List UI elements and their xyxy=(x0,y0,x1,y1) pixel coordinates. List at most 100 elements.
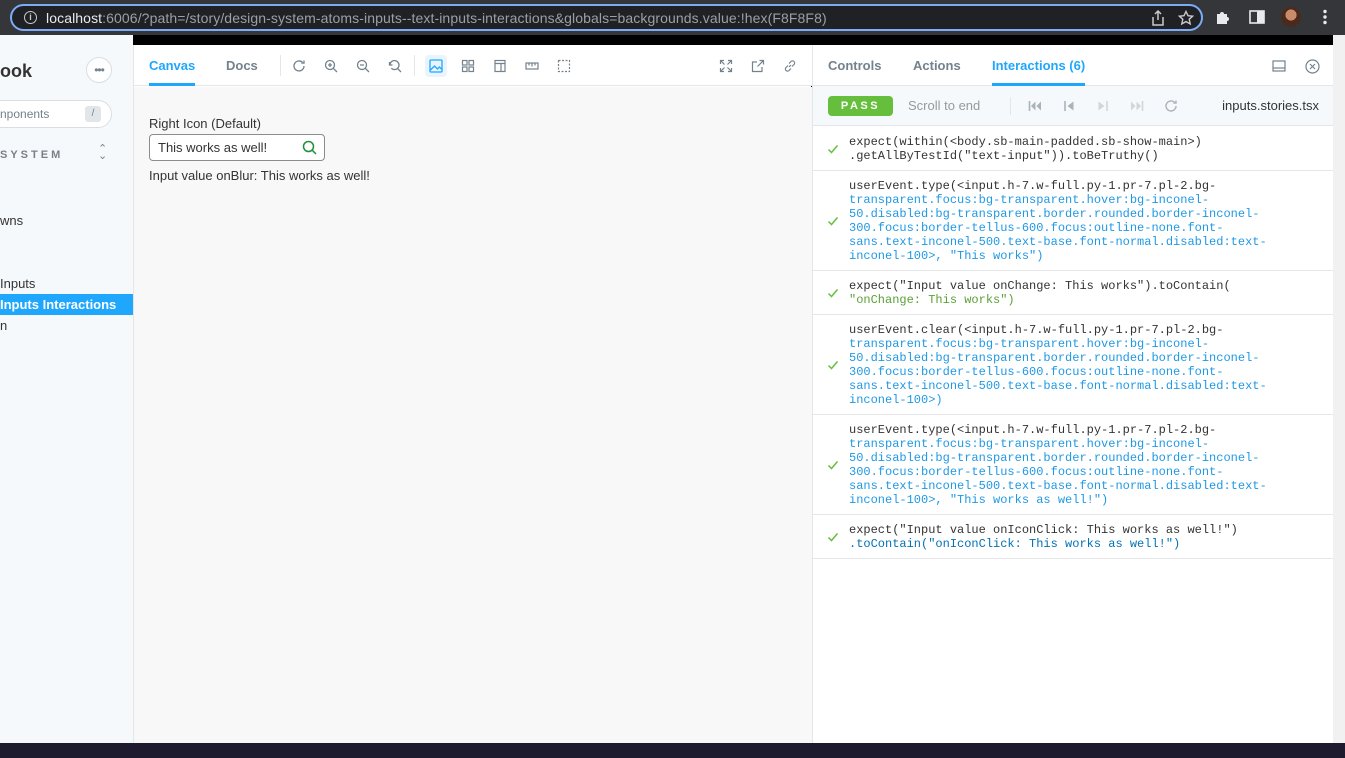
tab-docs[interactable]: Docs xyxy=(226,45,258,86)
panel-orientation-icon[interactable] xyxy=(1270,57,1288,75)
step-back-icon[interactable] xyxy=(1060,97,1078,115)
story-file-name[interactable]: inputs.stories.tsx xyxy=(1222,98,1319,113)
extensions-puzzle-icon[interactable] xyxy=(1213,7,1233,27)
url-text[interactable]: localhost:6006/?path=/story/design-syste… xyxy=(46,10,827,26)
step-code: 50.disabled:bg-transparent.border.rounde… xyxy=(849,351,1260,365)
sidebar-menu-button[interactable]: ••• xyxy=(86,57,112,83)
check-icon xyxy=(827,288,839,298)
check-icon xyxy=(827,216,839,226)
check-icon xyxy=(827,532,839,542)
viewport-icon[interactable] xyxy=(489,55,511,77)
step-code: transparent.focus:bg-transparent.hover:b… xyxy=(849,337,1210,351)
step-code: .toContain("onIconClick: This works as w… xyxy=(849,537,1181,551)
step-code: expect(within(<body.sb-main-padded.sb-sh… xyxy=(849,135,1202,149)
reload-icon[interactable] xyxy=(288,55,310,77)
step-code: sans.text-inconel-500.text-base.font-nor… xyxy=(849,235,1267,249)
search-placeholder: nponents xyxy=(0,107,50,121)
step-code: userEvent.clear(<input.h-7.w-full.py-1.p… xyxy=(849,323,1224,337)
address-bar[interactable]: i localhost:6006/?path=/story/design-sys… xyxy=(10,4,1203,31)
url-path: :6006/?path=/story/design-system-atoms-i… xyxy=(102,10,827,26)
step-code: inconel-100>, "This works as well!") xyxy=(849,493,1109,507)
interaction-step[interactable]: userEvent.type(<input.h-7.w-full.py-1.pr… xyxy=(813,415,1334,515)
profile-avatar[interactable] xyxy=(1281,7,1301,27)
preview-toolbar: Canvas Docs xyxy=(134,45,812,86)
step-code: 300.focus:border-tellus-600.focus:outlin… xyxy=(849,221,1224,235)
status-badge: PASS xyxy=(828,96,893,116)
step-code: 300.focus:border-tellus-600.focus:outlin… xyxy=(849,465,1224,479)
step-code: transparent.focus:bg-transparent.hover:b… xyxy=(849,437,1210,451)
info-icon[interactable]: i xyxy=(24,11,37,24)
rerun-icon[interactable] xyxy=(1162,97,1180,115)
sidebar-item-next[interactable]: n xyxy=(0,315,7,336)
step-code: expect("Input value onChange: This works… xyxy=(849,279,1231,293)
text-input-value: This works as well! xyxy=(158,140,268,155)
input-value-output: Input value onBlur: This works as well! xyxy=(149,168,370,183)
tab-interactions[interactable]: Interactions (6) xyxy=(992,45,1086,86)
open-new-tab-icon[interactable] xyxy=(747,55,769,77)
step-code: inconel-100>) xyxy=(849,393,943,407)
fullscreen-icon[interactable] xyxy=(715,55,737,77)
bookmark-star-icon[interactable] xyxy=(1177,9,1195,27)
step-code: inconel-100>, "This works") xyxy=(849,249,1044,263)
step-code: "onChange: This works") xyxy=(849,293,1015,307)
share-icon[interactable] xyxy=(1149,9,1167,27)
interaction-step[interactable]: userEvent.clear(<input.h-7.w-full.py-1.p… xyxy=(813,315,1334,415)
desktop-background xyxy=(0,743,1345,758)
step-code: sans.text-inconel-500.text-base.font-nor… xyxy=(849,479,1267,493)
check-icon xyxy=(827,144,839,154)
interaction-step[interactable]: expect("Input value onChange: This works… xyxy=(813,271,1334,315)
expand-collapse-icon[interactable]: ⌃ ⌄ xyxy=(98,144,107,162)
step-code: .getAllByTestId("text-input")).toBeTruth… xyxy=(849,149,1159,163)
close-panel-icon[interactable] xyxy=(1303,57,1321,75)
copy-link-icon[interactable] xyxy=(779,55,801,77)
tab-actions[interactable]: Actions xyxy=(913,45,961,86)
browser-menu-icon[interactable] xyxy=(1315,7,1335,27)
step-code: transparent.focus:bg-transparent.hover:b… xyxy=(849,193,1210,207)
step-code: userEvent.type(<input.h-7.w-full.py-1.pr… xyxy=(849,179,1217,193)
background-image-icon[interactable] xyxy=(425,55,447,77)
zoom-out-icon[interactable] xyxy=(352,55,374,77)
go-to-start-icon[interactable] xyxy=(1026,97,1044,115)
story-canvas: Right Icon (Default) This works as well!… xyxy=(134,87,812,743)
step-code: expect("Input value onIconClick: This wo… xyxy=(849,523,1238,537)
outline-icon[interactable] xyxy=(553,55,575,77)
text-input[interactable]: This works as well! xyxy=(149,134,325,161)
side-panel-icon[interactable] xyxy=(1247,7,1267,27)
interaction-step[interactable]: expect(within(<body.sb-main-padded.sb-sh… xyxy=(813,127,1334,171)
step-code: userEvent.type(<input.h-7.w-full.py-1.pr… xyxy=(849,423,1217,437)
step-code: 50.disabled:bg-transparent.border.rounde… xyxy=(849,451,1260,465)
input-label: Right Icon (Default) xyxy=(149,116,261,131)
addon-panel: Controls Actions Interactions (6) PASS S… xyxy=(812,45,1334,743)
step-forward-icon[interactable] xyxy=(1094,97,1112,115)
addon-tabs: Controls Actions Interactions (6) xyxy=(813,45,1334,86)
url-host: localhost xyxy=(46,10,103,26)
go-to-end-icon[interactable] xyxy=(1128,97,1146,115)
step-code: 300.focus:border-tellus-600.focus:outlin… xyxy=(849,365,1224,379)
step-code: sans.text-inconel-500.text-base.font-nor… xyxy=(849,379,1267,393)
zoom-reset-icon[interactable] xyxy=(384,55,406,77)
check-icon xyxy=(827,460,839,470)
window-edge xyxy=(1333,35,1345,743)
search-shortcut-key: / xyxy=(85,106,101,122)
tab-controls[interactable]: Controls xyxy=(828,45,881,86)
sidebar-item-text-inputs-interactions[interactable]: Inputs Interactions xyxy=(0,294,133,315)
interaction-step[interactable]: userEvent.type(<input.h-7.w-full.py-1.pr… xyxy=(813,171,1334,271)
sidebar-group-label[interactable]: SYSTEM xyxy=(0,149,63,161)
tab-canvas[interactable]: Canvas xyxy=(149,45,196,86)
check-icon xyxy=(827,360,839,370)
sidebar-item-dropdowns[interactable]: wns xyxy=(0,210,23,231)
browser-chrome: i localhost:6006/?path=/story/design-sys… xyxy=(0,0,1345,35)
interaction-steps: expect(within(<body.sb-main-padded.sb-sh… xyxy=(813,127,1334,559)
storybook-logo-text: ook xyxy=(0,61,33,81)
interaction-step[interactable]: expect("Input value onIconClick: This wo… xyxy=(813,515,1334,559)
search-icon[interactable] xyxy=(302,140,317,158)
measure-icon[interactable] xyxy=(521,55,543,77)
preview-area: Canvas Docs Right Icon (Default) This wo… xyxy=(133,45,812,743)
step-code: 50.disabled:bg-transparent.border.rounde… xyxy=(849,207,1260,221)
zoom-in-icon[interactable] xyxy=(320,55,342,77)
sidebar-item-text-inputs[interactable]: Inputs xyxy=(0,273,35,294)
scroll-to-end-button[interactable]: Scroll to end xyxy=(908,98,980,113)
grid-icon[interactable] xyxy=(457,55,479,77)
storybook-sidebar: ook ••• nponents / SYSTEM ⌃ ⌄ wns Inputs … xyxy=(0,35,133,743)
interactions-controls: PASS Scroll to end inputs.stories.tsx xyxy=(813,86,1334,126)
